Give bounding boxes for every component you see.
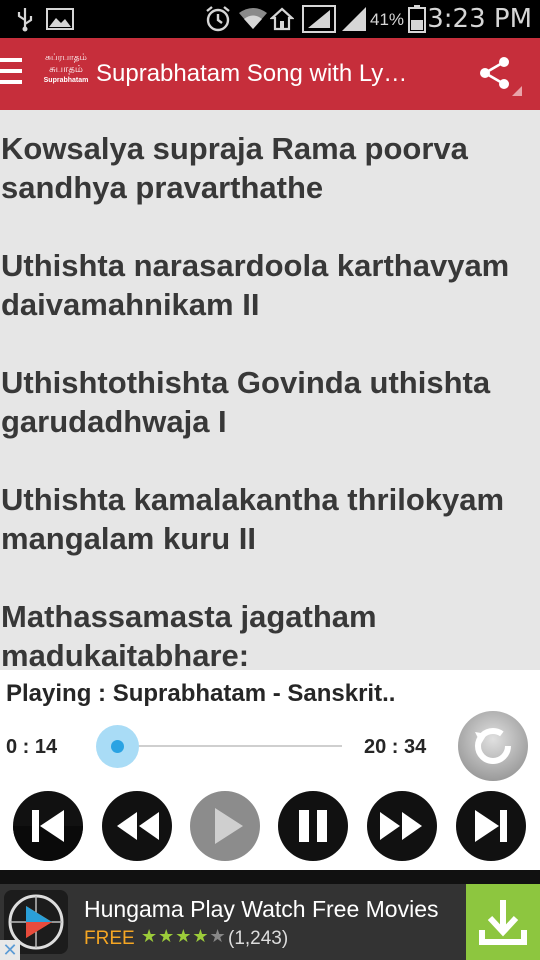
ad-rating-count: (1,243) — [228, 928, 289, 949]
media-player: Playing : Suprabhatam - Sanskrit.. 0 : 1… — [0, 670, 540, 870]
lyric-line: Mathassamasta jagatham madukaitabhare: — [1, 599, 377, 670]
home-icon — [270, 6, 294, 32]
rewind-icon[interactable] — [101, 790, 173, 862]
play-icon[interactable] — [189, 790, 261, 862]
divider — [0, 870, 540, 884]
alarm-icon — [204, 6, 232, 32]
ad-title: Hungama Play Watch Free Movies — [84, 896, 439, 922]
fast-forward-icon[interactable] — [366, 790, 438, 862]
lyric-line: Uthishtothishta Govinda uthishta garudad… — [1, 365, 491, 439]
app-bar: சுப்ரபாதம் சுபாதம் Suprabhatam Suprabhat… — [0, 38, 540, 110]
ad-price: FREE — [84, 928, 135, 949]
signal-box-icon — [302, 5, 336, 33]
seek-bar[interactable] — [114, 745, 342, 747]
repeat-icon[interactable] — [457, 710, 529, 782]
skip-next-icon[interactable] — [455, 790, 527, 862]
pause-icon[interactable] — [277, 790, 349, 862]
menu-icon[interactable] — [0, 58, 24, 92]
app-logo: சுப்ரபாதம் சுபாதம் Suprabhatam — [42, 52, 90, 96]
clock: 3:23 PM — [427, 4, 532, 34]
overflow-indicator — [512, 86, 522, 96]
ad-banner[interactable]: Hungama Play Watch Free Movies FREE ★★★★… — [0, 884, 540, 960]
lyric-line: Uthishta kamalakantha thrilokyam mangala… — [1, 482, 505, 556]
seek-thumb[interactable] — [95, 725, 139, 768]
ad-rating-stars: ★★★★★ — [141, 926, 227, 946]
download-icon — [479, 900, 527, 945]
logo-line-3: Suprabhatam — [43, 77, 89, 84]
usb-icon — [14, 6, 36, 32]
signal-icon — [340, 6, 368, 32]
logo-line-1: சுப்ரபாதம் — [45, 52, 87, 62]
lyric-line: Uthishta narasardoola karthavyam daivama… — [1, 248, 510, 322]
total-time: 20 : 34 — [364, 736, 427, 758]
close-ad-icon[interactable]: ✕ — [0, 940, 20, 960]
status-bar: 41% 3:23 PM — [0, 0, 540, 38]
lyrics-panel[interactable]: Kowsalya supraja Rama poorva sandhya pra… — [0, 110, 540, 670]
lyric-line: Kowsalya supraja Rama poorva sandhya pra… — [1, 131, 468, 205]
skip-previous-icon[interactable] — [12, 790, 84, 862]
app-title: Suprabhatam Song with Ly… — [96, 60, 408, 87]
logo-line-2: சுபாதம் — [49, 64, 83, 75]
battery-icon — [408, 5, 426, 33]
share-icon[interactable] — [478, 56, 512, 90]
download-button[interactable] — [466, 884, 540, 960]
image-icon — [46, 6, 74, 32]
battery-percent: 41% — [370, 10, 405, 29]
current-time: 0 : 14 — [6, 736, 58, 758]
now-playing-label: Playing : Suprabhatam - Sanskrit.. — [6, 680, 396, 707]
wifi-icon — [238, 6, 268, 32]
